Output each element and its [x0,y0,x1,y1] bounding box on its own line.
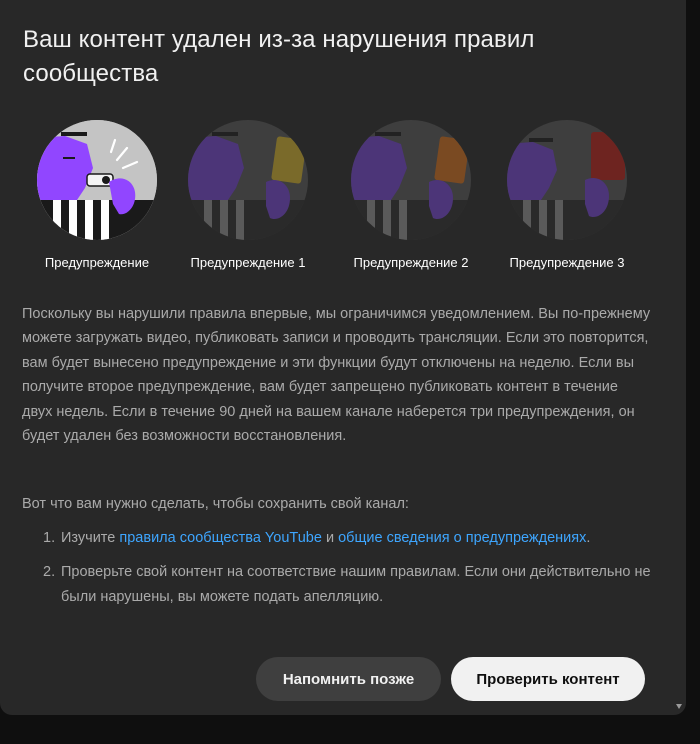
whistle-warning-illustration [37,120,157,240]
step-1: 1. Изучите правила сообщества YouTube и … [22,526,652,550]
step-2: 2. Проверьте свой контент на соответстви… [22,560,652,609]
orange-card-illustration [351,120,471,240]
step-text: Изучите [61,530,120,546]
strike-label: Предупреждение 3 [509,255,625,270]
step-text: Проверьте свой контент на соответствие н… [61,564,651,605]
yellow-card-illustration [188,120,308,240]
step-text: и [321,530,339,546]
step-text: . [586,530,591,546]
step-number: 1. [43,530,56,546]
scroll-down-arrow-icon[interactable] [676,704,682,709]
remind-later-button[interactable]: Напомнить позже [256,657,441,701]
policy-explanation: Поскольку вы нарушили правила впервые, м… [22,306,651,445]
strike-label: Предупреждение [44,255,150,270]
strike-dialog: Ваш контент удален из-за нарушения прави… [0,0,686,715]
strike-1: Предупреждение 1 [173,118,323,278]
review-content-button[interactable]: Проверить контент [451,657,645,701]
red-card-illustration [507,120,627,240]
strike-label: Предупреждение 2 [353,255,469,270]
step-number: 2. [43,564,56,581]
strike-warning: Предупреждение [22,118,172,278]
steps-intro: Вот что вам нужно сделать, чтобы сохрани… [22,496,409,512]
strike-progress: Предупреждение Предупреждение 1 Предупре… [22,118,652,278]
strikes-basics-link[interactable]: общие сведения о предупреждениях [338,530,586,546]
community-guidelines-link[interactable]: правила сообщества YouTube [119,530,322,546]
steps-list: 1. Изучите правила сообщества YouTube и … [22,526,652,619]
strike-2: Предупреждение 2 [336,118,486,278]
dialog-title: Ваш контент удален из-за нарушения прави… [23,26,535,87]
strike-label: Предупреждение 1 [190,255,306,270]
strike-3: Предупреждение 3 [492,118,642,278]
